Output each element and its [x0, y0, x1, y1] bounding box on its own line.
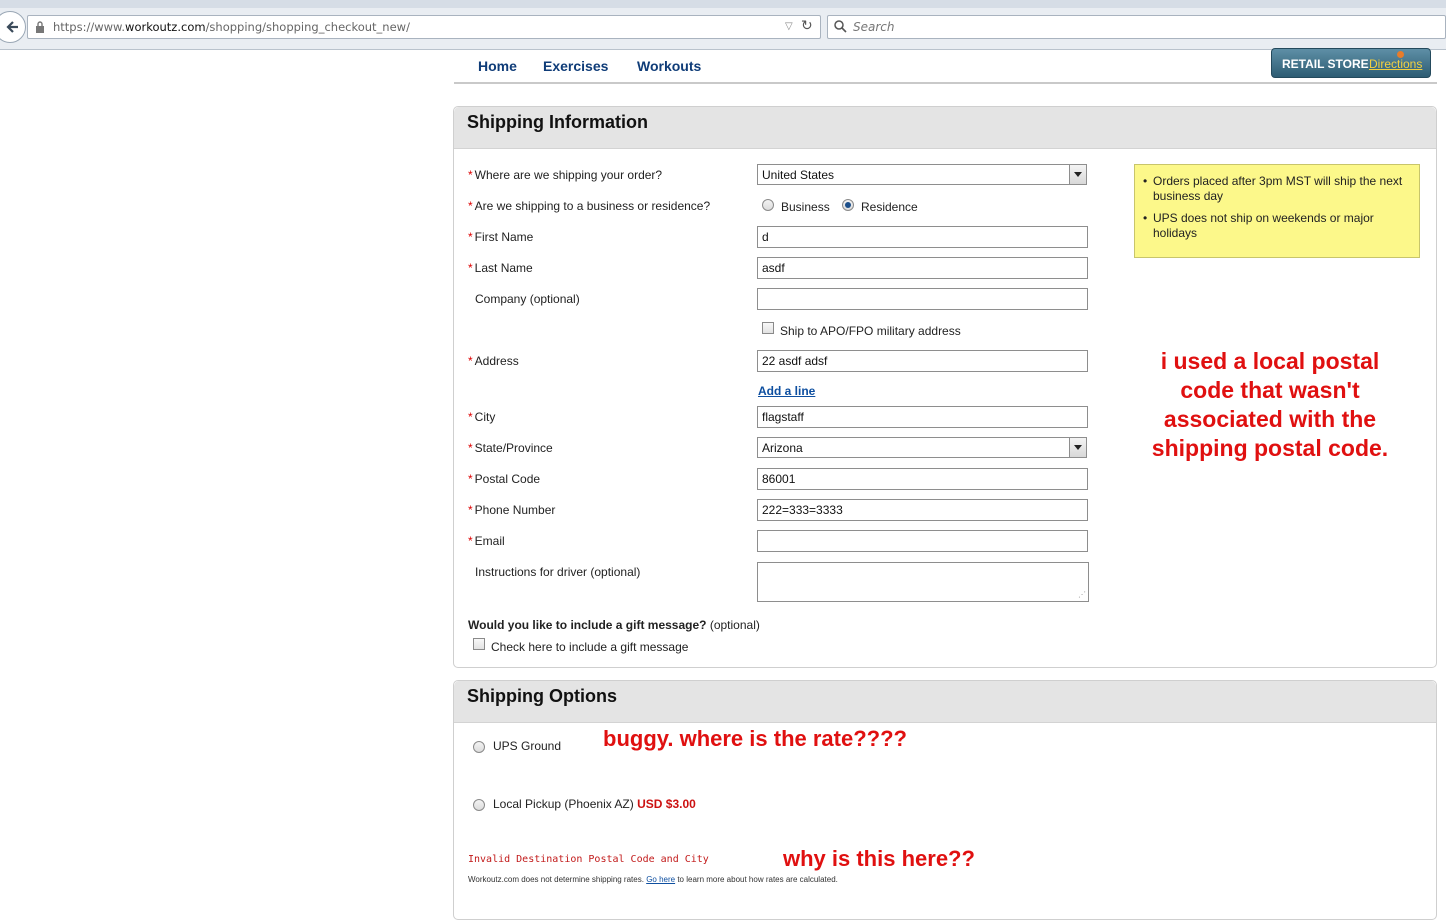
phone-input[interactable]: 222=333=3333 — [757, 499, 1088, 521]
last-name-input[interactable]: asdf — [757, 257, 1088, 279]
address-bar[interactable]: https://www.workoutz.com/shopping/shoppi… — [27, 15, 821, 39]
retail-store-button[interactable]: RETAIL STORE Directions — [1271, 48, 1431, 78]
rates-disclaimer: Workoutz.com does not determine shipping… — [468, 875, 838, 884]
company-input[interactable] — [757, 288, 1088, 310]
business-radio[interactable] — [762, 199, 774, 211]
last-name-label: * Last Name — [468, 261, 533, 275]
nav-home[interactable]: Home — [478, 58, 517, 74]
annotation-postal: i used a local postal code that wasn't a… — [1151, 348, 1389, 461]
business-radio-label: Business — [781, 200, 830, 214]
gift-question: Would you like to include a gift message… — [468, 618, 760, 632]
country-select[interactable]: United States — [757, 164, 1087, 185]
local-pickup-label: Local Pickup (Phoenix AZ) USD $3.00 — [493, 797, 696, 811]
panel-title: Shipping Options — [467, 686, 617, 706]
url-dropdown-icon[interactable]: ▽ — [785, 21, 793, 32]
notice-item: UPS does not ship on weekends or major h… — [1143, 211, 1411, 241]
annotation-rate: buggy. where is the rate???? — [603, 726, 907, 751]
reload-icon[interactable]: ↻ — [801, 18, 813, 34]
phone-label: * Phone Number — [468, 503, 556, 517]
company-label: Company (optional) — [475, 292, 580, 306]
country-label: * Where are we shipping your order? — [468, 168, 663, 182]
postal-code-input[interactable]: 86001 — [757, 468, 1088, 490]
browser-toolbar: https://www.workoutz.com/shopping/shoppi… — [0, 0, 1446, 50]
address-input[interactable]: 22 asdf adsf — [757, 350, 1088, 372]
directions-link[interactable]: Directions — [1369, 57, 1422, 71]
panel-title: Shipping Information — [467, 112, 648, 132]
first-name-label: * First Name — [468, 230, 534, 244]
instructions-label: Instructions for driver (optional) — [475, 565, 641, 579]
email-label: * Email — [468, 534, 505, 548]
ups-ground-radio[interactable] — [473, 741, 485, 753]
search-bar[interactable]: Search — [827, 15, 1446, 39]
apo-label: Ship to APO/FPO military address — [780, 324, 961, 338]
nav-exercises[interactable]: Exercises — [543, 58, 608, 74]
search-placeholder: Search — [853, 20, 895, 34]
postal-label: * Postal Code — [468, 472, 541, 486]
pickup-price: USD $3.00 — [637, 797, 696, 811]
nav-divider — [454, 82, 1437, 84]
lock-icon — [36, 21, 44, 33]
postal-error-message: Invalid Destination Postal Code and City — [468, 854, 709, 865]
gift-checkbox[interactable] — [473, 638, 485, 650]
go-here-link[interactable]: Go here — [646, 875, 675, 884]
residence-radio[interactable] — [842, 199, 854, 211]
url-text: https://www.workoutz.com/shopping/shoppi… — [53, 20, 410, 34]
driver-instructions-textarea[interactable]: ⋰ — [757, 562, 1089, 602]
shipping-notice: Orders placed after 3pm MST will ship th… — [1134, 164, 1420, 258]
notice-item: Orders placed after 3pm MST will ship th… — [1143, 174, 1411, 204]
city-label: * City — [468, 410, 496, 424]
chevron-down-icon — [1069, 438, 1086, 457]
resize-grip-icon[interactable]: ⋰ — [1078, 590, 1086, 599]
apo-checkbox[interactable] — [762, 322, 774, 334]
pin-icon — [1397, 51, 1404, 58]
annotation-why: why is this here?? — [783, 846, 975, 871]
chevron-down-icon — [1069, 165, 1086, 184]
state-select[interactable]: Arizona — [757, 437, 1087, 458]
retail-store-label: RETAIL STORE — [1282, 57, 1369, 71]
state-label: * State/Province — [468, 441, 553, 455]
residence-radio-label: Residence — [861, 200, 918, 214]
add-line-link[interactable]: Add a line — [758, 384, 815, 398]
panel-header: Shipping Information — [454, 107, 1436, 149]
address-label: * Address — [468, 354, 519, 368]
back-button[interactable] — [0, 11, 26, 43]
gift-checkbox-label: Check here to include a gift message — [491, 640, 689, 654]
email-input[interactable] — [757, 530, 1088, 552]
city-input[interactable]: flagstaff — [757, 406, 1088, 428]
panel-header: Shipping Options — [454, 681, 1436, 723]
address-type-label: * Are we shipping to a business or reside… — [468, 199, 711, 213]
tab-strip — [0, 0, 1446, 8]
local-pickup-radio[interactable] — [473, 799, 485, 811]
first-name-input[interactable]: d — [757, 226, 1088, 248]
search-icon — [834, 20, 847, 33]
back-arrow-icon — [6, 21, 18, 33]
ups-ground-label: UPS Ground — [493, 739, 562, 753]
nav-workouts[interactable]: Workouts — [637, 58, 701, 74]
